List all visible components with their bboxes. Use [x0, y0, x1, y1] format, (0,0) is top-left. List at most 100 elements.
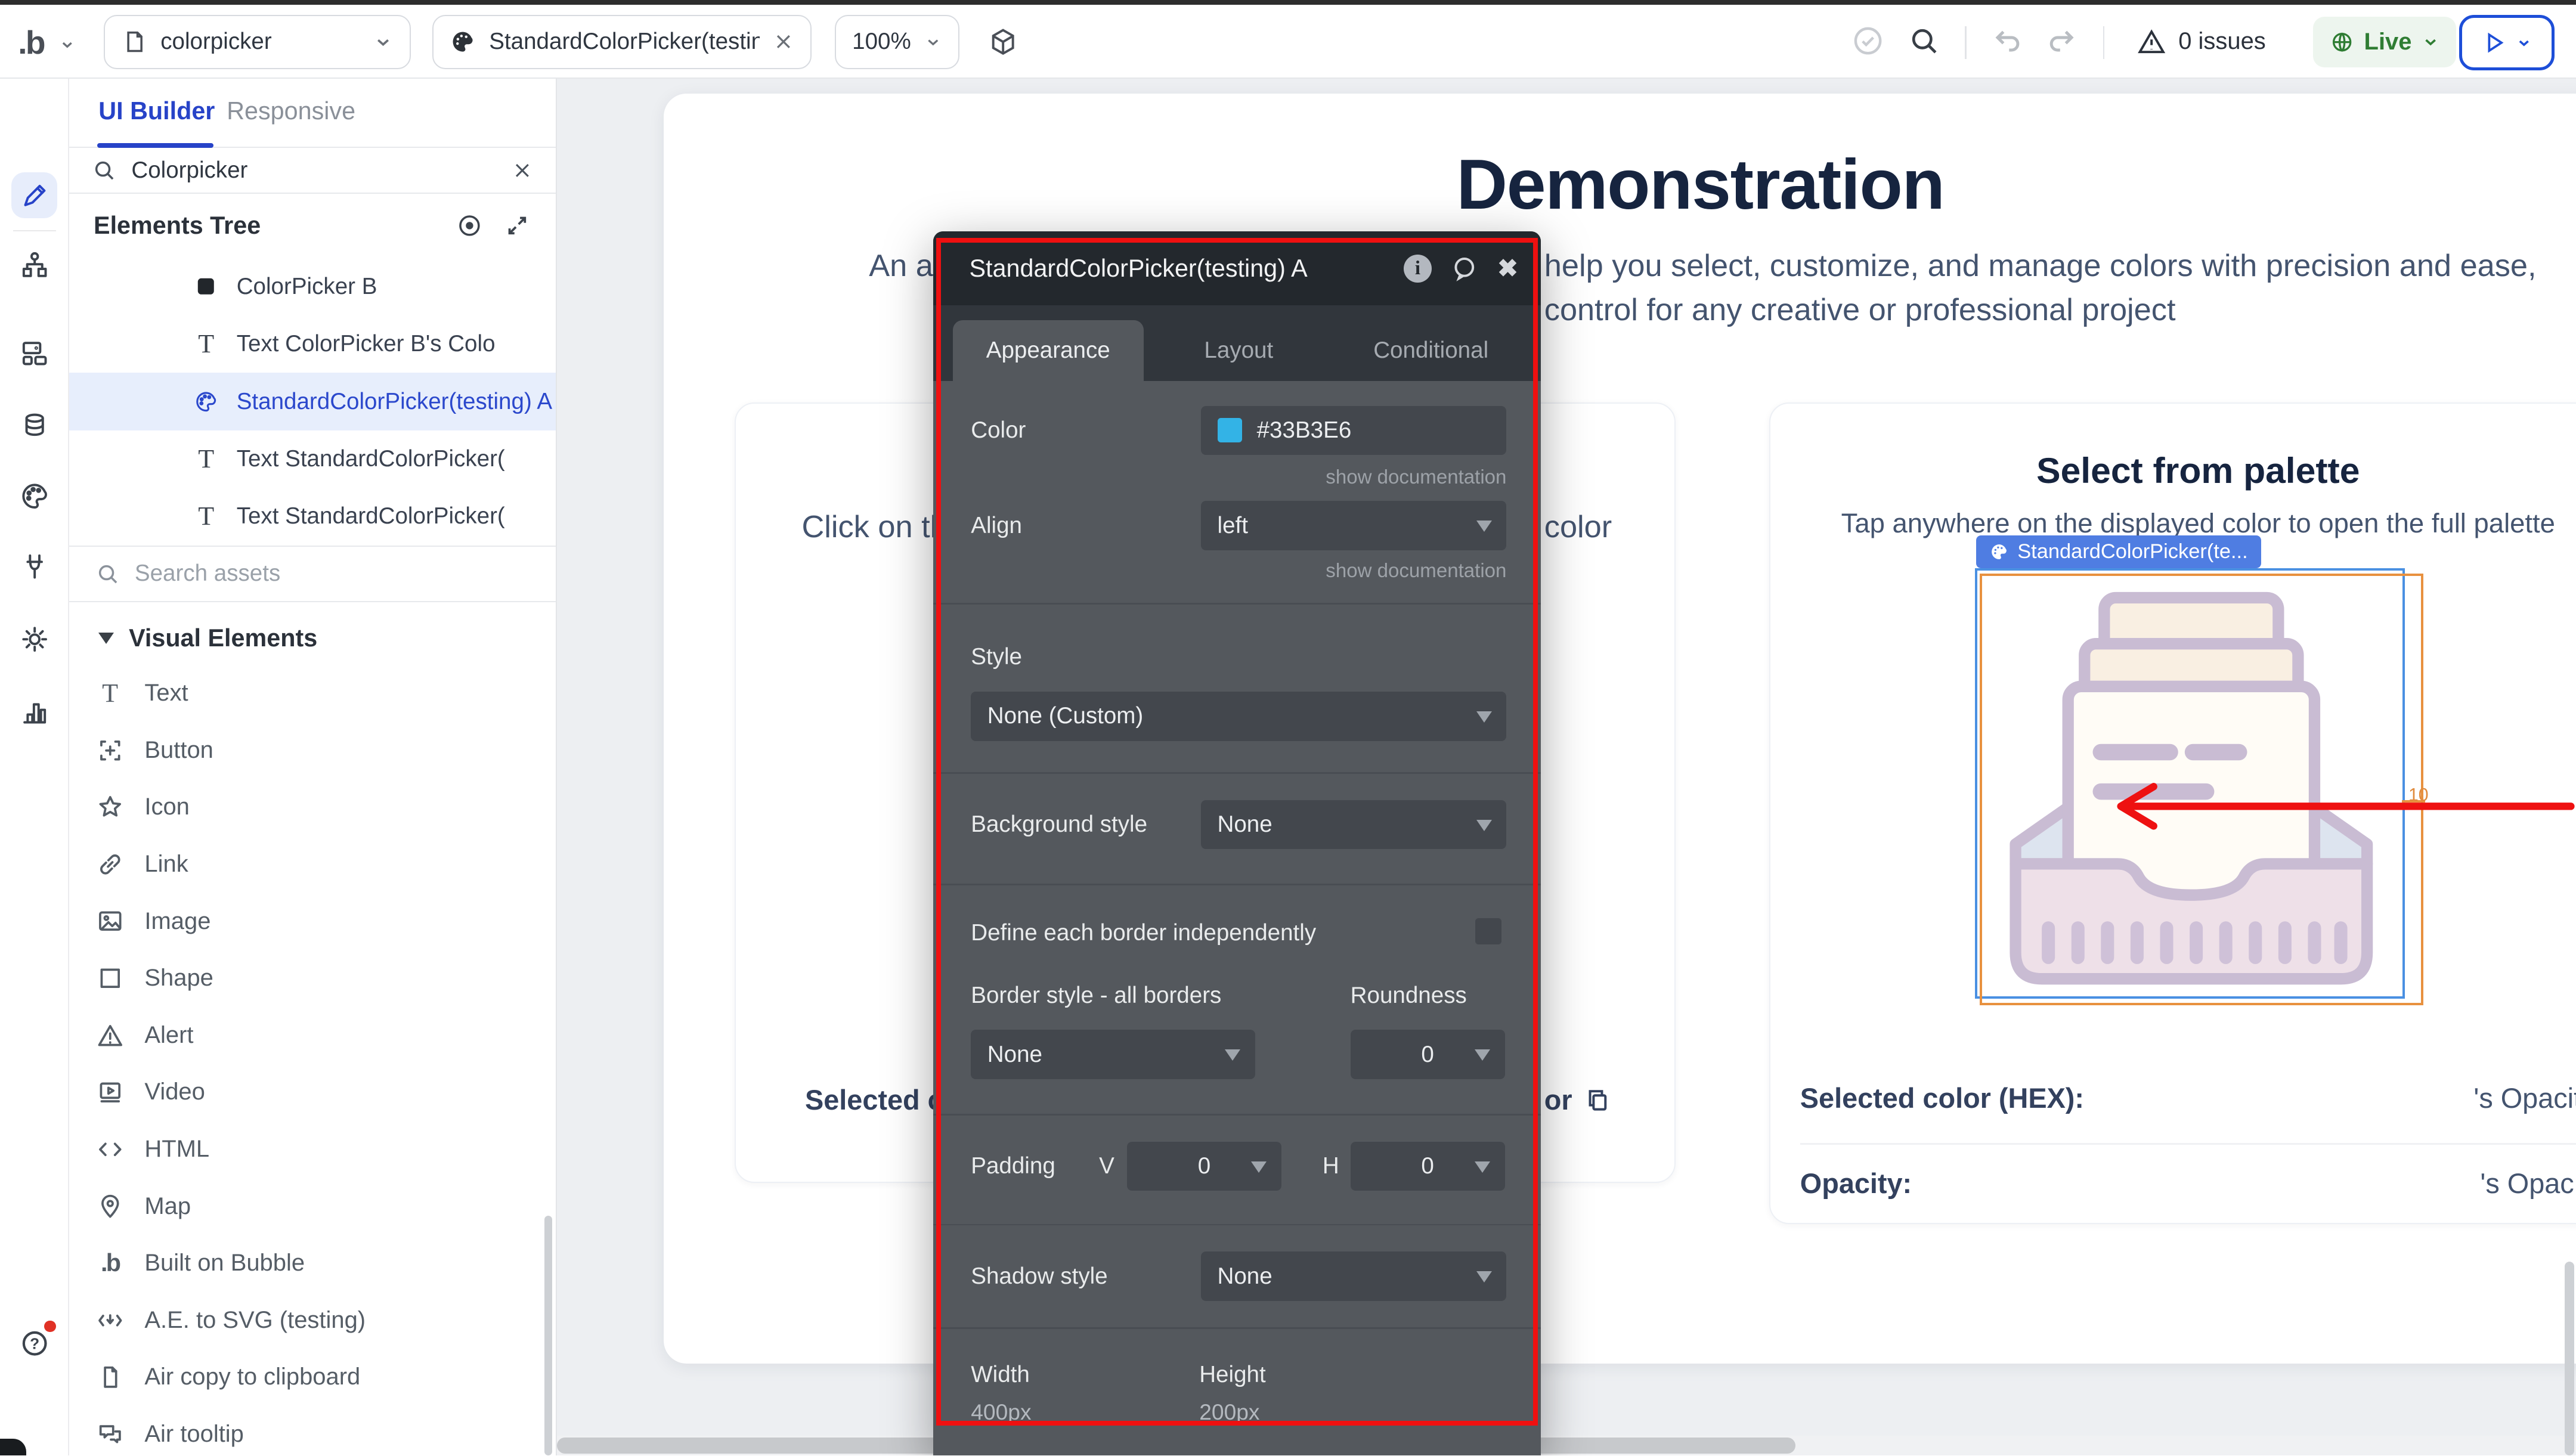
panel-scrollbar[interactable] — [544, 1216, 553, 1455]
background-style-dropdown[interactable]: None — [1201, 800, 1506, 850]
tree-row[interactable]: TText ColorPicker B's Colo — [69, 315, 556, 373]
tree-row[interactable]: TText StandardColorPicker( — [69, 488, 556, 545]
tree-row[interactable]: StandardColorPicker(testing) A — [69, 373, 556, 430]
border-independent-checkbox[interactable] — [1475, 918, 1501, 944]
palette-item-button[interactable]: Button — [69, 722, 556, 779]
palette-item-label: HTML — [144, 1136, 209, 1163]
clear-search-icon[interactable] — [512, 160, 533, 181]
visual-elements-list: TTextButtonIconLinkImageShape Alert Video H… — [69, 665, 556, 1455]
padding-h-dropdown[interactable]: 0 — [1351, 1142, 1505, 1191]
assets-search-input[interactable] — [135, 560, 530, 587]
elements-tree-header: Elements Tree — [69, 194, 556, 258]
pencil-icon[interactable] — [11, 172, 57, 218]
palette-item-alert[interactable]: Alert — [69, 1007, 556, 1064]
clear-element-icon[interactable] — [773, 31, 794, 52]
component-cube-icon[interactable] — [987, 26, 1020, 59]
globe-icon — [2330, 30, 2354, 54]
visibility-eye-icon[interactable] — [456, 212, 484, 240]
sitemap-icon[interactable] — [11, 241, 57, 287]
palette-item-built-on-bubble[interactable]: .bBuilt on Bubble — [69, 1235, 556, 1292]
palette-item-air-copy-to-clipboard[interactable]: Air copy to clipboard — [69, 1349, 556, 1406]
deploy-check-icon[interactable] — [1852, 24, 1884, 57]
video-icon — [95, 1077, 125, 1107]
canvas-horizontal-scrollbar[interactable] — [557, 1436, 2576, 1455]
logo-chevron-down-icon[interactable] — [59, 36, 76, 53]
palette-item-html[interactable]: HTML — [69, 1121, 556, 1178]
zoom-selector[interactable]: 100% — [835, 15, 959, 69]
comment-icon[interactable] — [1450, 254, 1479, 284]
border-independent-label: Define each border independently — [971, 920, 1316, 946]
style-dropdown[interactable]: None (Custom) — [971, 692, 1506, 741]
issues-count[interactable]: 0 issues — [2178, 28, 2266, 55]
search-icon[interactable] — [1908, 24, 1940, 57]
palette-item-text[interactable]: TText — [69, 665, 556, 722]
palette-item-air-tooltip[interactable]: Air tooltip — [69, 1406, 556, 1455]
align-dropdown[interactable]: left — [1201, 501, 1506, 550]
property-editor-dialog[interactable]: StandardColorPicker(testing) A i ✖ Appea… — [933, 231, 1541, 1455]
tree-row-label: Text ColorPicker B's Colo — [237, 331, 496, 357]
tab-layout[interactable]: Layout — [1144, 320, 1335, 381]
color-input[interactable]: #33B3E6 — [1201, 406, 1506, 456]
palette-item-image[interactable]: Image — [69, 893, 556, 950]
copy-icon[interactable] — [1584, 1086, 1612, 1114]
palette-item-shape[interactable]: Shape — [69, 950, 556, 1007]
app-page-selector[interactable]: colorpicker — [104, 15, 411, 69]
design-canvas[interactable]: Demonstration An a help you select, cust… — [557, 79, 2576, 1455]
color-swatch[interactable] — [1218, 418, 1242, 442]
selected-element-chip[interactable]: StandardColorPicker(testin... — [432, 15, 812, 69]
opacity-label: Opacity: — [1800, 1167, 1912, 1200]
padding-v-dropdown[interactable]: 0 — [1127, 1142, 1281, 1191]
palette-item-label: Alert — [144, 1022, 193, 1049]
dialog-header[interactable]: StandardColorPicker(testing) A i ✖ — [933, 231, 1541, 305]
text-icon: T — [194, 504, 218, 529]
palette-icon[interactable] — [11, 473, 57, 519]
tree-row[interactable]: ColorPicker B — [69, 258, 556, 315]
palette-item-video[interactable]: Video — [69, 1064, 556, 1121]
live-environment-selector[interactable]: Live — [2313, 17, 2456, 67]
roundness-value: 0 — [1421, 1042, 1433, 1068]
help-icon[interactable]: ? — [11, 1321, 57, 1367]
tab-conditional[interactable]: Conditional — [1334, 320, 1528, 381]
palette-item-a-e-to-svg-testing-[interactable]: A.E. to SVG (testing) — [69, 1292, 556, 1349]
copy-file-icon — [95, 1362, 125, 1392]
undo-icon[interactable] — [1991, 24, 2024, 57]
widgets-icon[interactable] — [11, 330, 57, 376]
element-selection-badge[interactable]: StandardColorPicker(te... — [1976, 535, 2261, 568]
palette-item-icon[interactable]: Icon — [69, 779, 556, 836]
border-style-dropdown[interactable]: None — [971, 1030, 1255, 1079]
show-documentation-link[interactable]: show documentation — [1326, 466, 1506, 489]
show-documentation-link[interactable]: show documentation — [1326, 560, 1506, 583]
plug-icon[interactable] — [11, 544, 57, 590]
palette-item-label: Air copy to clipboard — [144, 1364, 360, 1390]
redo-icon[interactable] — [2045, 24, 2078, 57]
tab-appearance[interactable]: Appearance — [953, 320, 1144, 381]
click-hint-left-fragment: Click on th — [801, 509, 947, 545]
info-icon[interactable]: i — [1404, 255, 1432, 283]
expand-tree-icon[interactable] — [503, 212, 531, 240]
palette-item-link[interactable]: Link — [69, 836, 556, 893]
search-icon — [92, 158, 116, 182]
element-search-input[interactable] — [131, 157, 496, 184]
elements-tree: ColorPicker BTText ColorPicker B's ColoS… — [69, 258, 556, 547]
issues-warning-icon[interactable] — [2136, 26, 2169, 59]
palette-item-map[interactable]: Map — [69, 1178, 556, 1235]
chart-icon[interactable] — [11, 688, 57, 734]
tab-ui-builder[interactable]: UI Builder — [98, 97, 215, 125]
tab-responsive[interactable]: Responsive — [227, 97, 355, 125]
visual-elements-header[interactable]: Visual Elements — [69, 612, 556, 665]
close-icon[interactable]: ✖ — [1497, 254, 1518, 283]
gear-icon[interactable] — [11, 616, 57, 662]
corner-widget[interactable] — [0, 1439, 26, 1455]
shadow-style-dropdown[interactable]: None — [1201, 1251, 1506, 1301]
database-icon[interactable] — [11, 402, 57, 448]
tree-row[interactable]: TText StandardColorPicker( — [69, 430, 556, 488]
palette-icon — [1989, 542, 2009, 562]
preview-run-button[interactable] — [2459, 15, 2555, 71]
visual-elements-title: Visual Elements — [129, 624, 317, 652]
roundness-dropdown[interactable]: 0 — [1351, 1030, 1505, 1079]
demo-heading: Demonstration — [690, 144, 2576, 225]
chevron-down-icon — [373, 32, 393, 52]
bubble-logo[interactable]: .b — [18, 23, 44, 61]
dialog-divider — [933, 884, 1541, 885]
canvas-vertical-scrollbar[interactable] — [2565, 1262, 2575, 1455]
